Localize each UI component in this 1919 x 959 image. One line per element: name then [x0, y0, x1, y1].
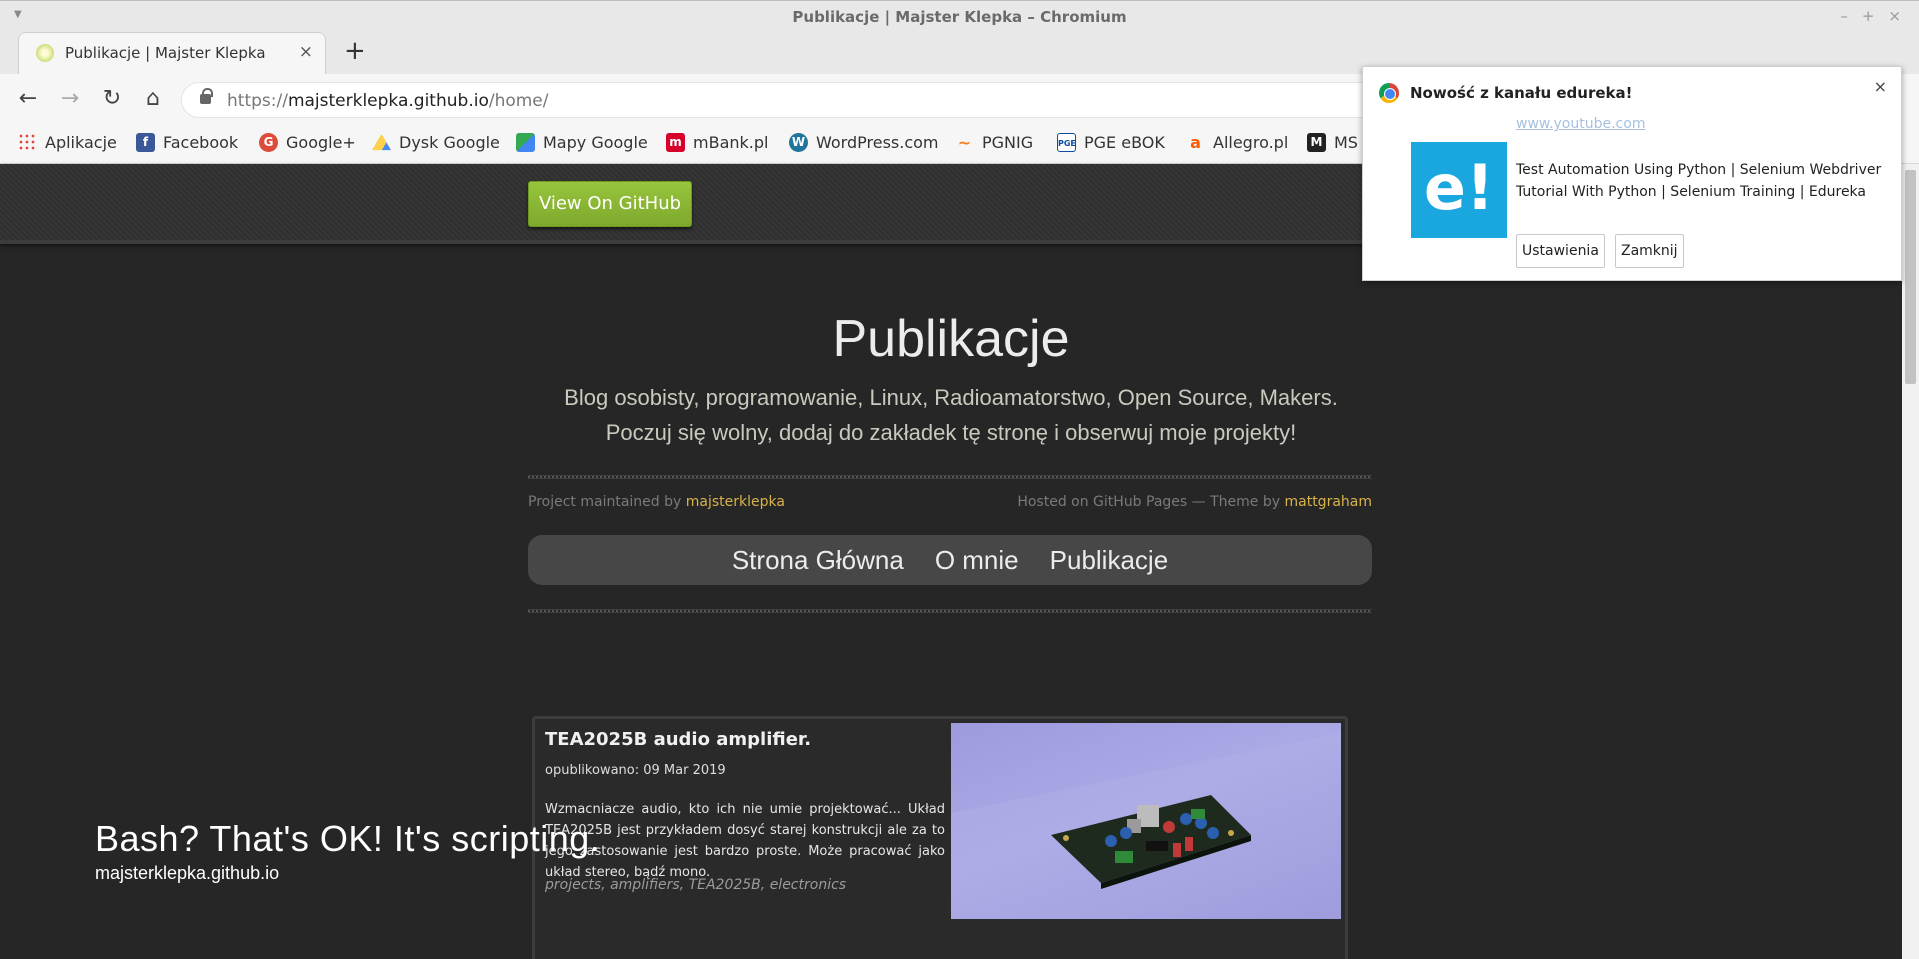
mbank-icon: m: [666, 133, 685, 152]
bookmark-allegro[interactable]: a Allegro.pl: [1186, 133, 1288, 152]
post-date: opublikowano: 09 Mar 2019: [545, 763, 726, 778]
post-tags: projects, amplifiers, TEA2025B, electron…: [545, 877, 847, 893]
tab-title: Publikacje | Majster Klepka: [65, 44, 266, 62]
post-card[interactable]: TEA2025B audio amplifier. opublikowano: …: [532, 716, 1348, 959]
bookmark-label: Facebook: [163, 133, 239, 152]
bookmark-label: Allegro.pl: [1213, 133, 1289, 152]
bookmark-label: PGNIG: [982, 133, 1034, 152]
notification-popup[interactable]: Nowość z kanału edureka! × www.youtube.c…: [1362, 66, 1902, 281]
bookmark-ms[interactable]: M MS: [1307, 133, 1358, 152]
maintained-by: Project maintained by majsterklepka: [528, 494, 785, 510]
hosted-prefix: Hosted on GitHub Pages — Theme by: [1017, 494, 1285, 510]
wallpaper-overlay-site: majsterklepka.github.io: [95, 863, 280, 883]
divider-top: [528, 475, 1372, 479]
bookmark-label: Aplikacje: [45, 133, 117, 152]
bookmark-label: Dysk Google: [399, 133, 500, 152]
maintained-prefix: Project maintained by: [528, 494, 686, 510]
forward-button[interactable]: →: [55, 84, 85, 114]
edureka-logo-icon: e!: [1411, 142, 1507, 238]
bookmark-label: WordPress.com: [816, 133, 939, 152]
lock-icon[interactable]: [200, 88, 213, 104]
page-scrollbar[interactable]: [1902, 164, 1919, 959]
pge-icon: PGE: [1057, 133, 1076, 152]
page-subtitle-line2: Poczuj się wolny, dodaj do zakładek tę s…: [605, 420, 1297, 445]
notification-title: Nowość z kanału edureka!: [1410, 84, 1633, 102]
post-title[interactable]: TEA2025B audio amplifier.: [545, 729, 811, 750]
page-subtitle-line1: Blog osobisty, programowanie, Linux, Rad…: [564, 385, 1338, 410]
nav-strona-glowna[interactable]: Strona Główna: [732, 545, 904, 576]
bookmark-aplikacje[interactable]: Aplikacje: [18, 133, 117, 152]
bookmark-dysk-google[interactable]: Dysk Google: [372, 133, 500, 152]
new-tab-button[interactable]: +: [344, 36, 366, 66]
tab-close-icon[interactable]: ×: [299, 42, 313, 62]
allegro-icon: a: [1190, 133, 1201, 152]
bookmark-pgnig[interactable]: ~ PGNIG: [955, 133, 1033, 152]
apps-grid-icon: [18, 133, 37, 152]
url-text[interactable]: https://majsterklepka.github.io/home/: [227, 91, 549, 111]
bookmark-label: PGE eBOK: [1084, 133, 1165, 152]
post-thumbnail-pcb-image[interactable]: [951, 723, 1341, 919]
tab-active[interactable]: Publikacje | Majster Klepka ×: [18, 32, 326, 74]
divider-bottom: [528, 609, 1372, 613]
bookmark-label: Google+: [286, 133, 356, 152]
address-bar[interactable]: https://majsterklepka.github.io/home/: [181, 82, 1381, 118]
window-title: Publikacje | Majster Klepka – Chromium: [792, 8, 1127, 26]
google-plus-icon: G: [259, 133, 278, 152]
bookmark-mbank[interactable]: m mBank.pl: [666, 133, 768, 152]
window-controls: – + ×: [1840, 7, 1901, 25]
nav-publikacje[interactable]: Publikacje: [1050, 545, 1169, 576]
facebook-icon: f: [136, 133, 155, 152]
close-window-button[interactable]: ×: [1888, 7, 1901, 25]
chromium-icon: [1379, 83, 1399, 103]
theme-author-link[interactable]: mattgraham: [1284, 494, 1372, 510]
maintainer-link[interactable]: majsterklepka: [686, 494, 785, 510]
bookmark-mapy-google[interactable]: Mapy Google: [516, 133, 648, 152]
site-nav: Strona Główna O mnie Publikacje: [528, 535, 1372, 585]
window-titlebar: ▼ Publikacje | Majster Klepka – Chromium…: [0, 0, 1919, 32]
bookmark-wordpress[interactable]: W WordPress.com: [789, 133, 939, 152]
bookmark-google-plus[interactable]: G Google+: [259, 133, 356, 152]
google-drive-icon: [372, 133, 391, 151]
url-scheme: https://: [227, 91, 288, 111]
view-on-github-button[interactable]: View On GitHub: [528, 181, 692, 227]
notification-settings-button[interactable]: Ustawienia: [1516, 234, 1605, 268]
hosted-on: Hosted on GitHub Pages — Theme by mattgr…: [1017, 494, 1372, 510]
page-content: View On GitHub Publikacje Blog osobisty,…: [0, 164, 1902, 959]
bookmark-facebook[interactable]: f Facebook: [136, 133, 238, 152]
notification-close-button[interactable]: Zamknij: [1615, 234, 1684, 268]
minimize-button[interactable]: –: [1840, 7, 1848, 25]
bookmark-pge-ebok[interactable]: PGE PGE eBOK: [1057, 133, 1165, 152]
wallpaper-overlay-text: Bash? That's OK! It's scripting.: [95, 818, 601, 859]
reload-button[interactable]: ↻: [97, 84, 127, 114]
maximize-button[interactable]: +: [1862, 7, 1875, 25]
notification-close-icon[interactable]: ×: [1874, 77, 1887, 96]
wordpress-icon: W: [789, 133, 808, 152]
post-excerpt: Wzmacniacze audio, kto ich nie umie proj…: [545, 802, 945, 880]
pcb-render-icon: [951, 733, 1341, 919]
url-path: /home/: [488, 91, 549, 111]
scrollbar-thumb[interactable]: [1905, 170, 1916, 384]
url-host: majsterklepka.github.io: [287, 91, 489, 111]
site-favicon-icon: [36, 44, 54, 62]
google-maps-icon: [516, 133, 535, 152]
notification-source-link[interactable]: www.youtube.com: [1516, 116, 1645, 132]
bookmark-label: mBank.pl: [693, 133, 769, 152]
bookmark-label: Mapy Google: [543, 133, 648, 152]
notification-body: Test Automation Using Python | Selenium …: [1516, 162, 1882, 200]
page-title: Publikacje: [832, 310, 1070, 368]
back-button[interactable]: ←: [13, 84, 43, 114]
nav-o-mnie[interactable]: O mnie: [935, 545, 1019, 576]
ms-icon: M: [1307, 133, 1326, 152]
home-button[interactable]: ⌂: [138, 84, 168, 114]
pgnig-icon: ~: [957, 133, 972, 152]
bookmark-label: MS: [1334, 133, 1358, 152]
